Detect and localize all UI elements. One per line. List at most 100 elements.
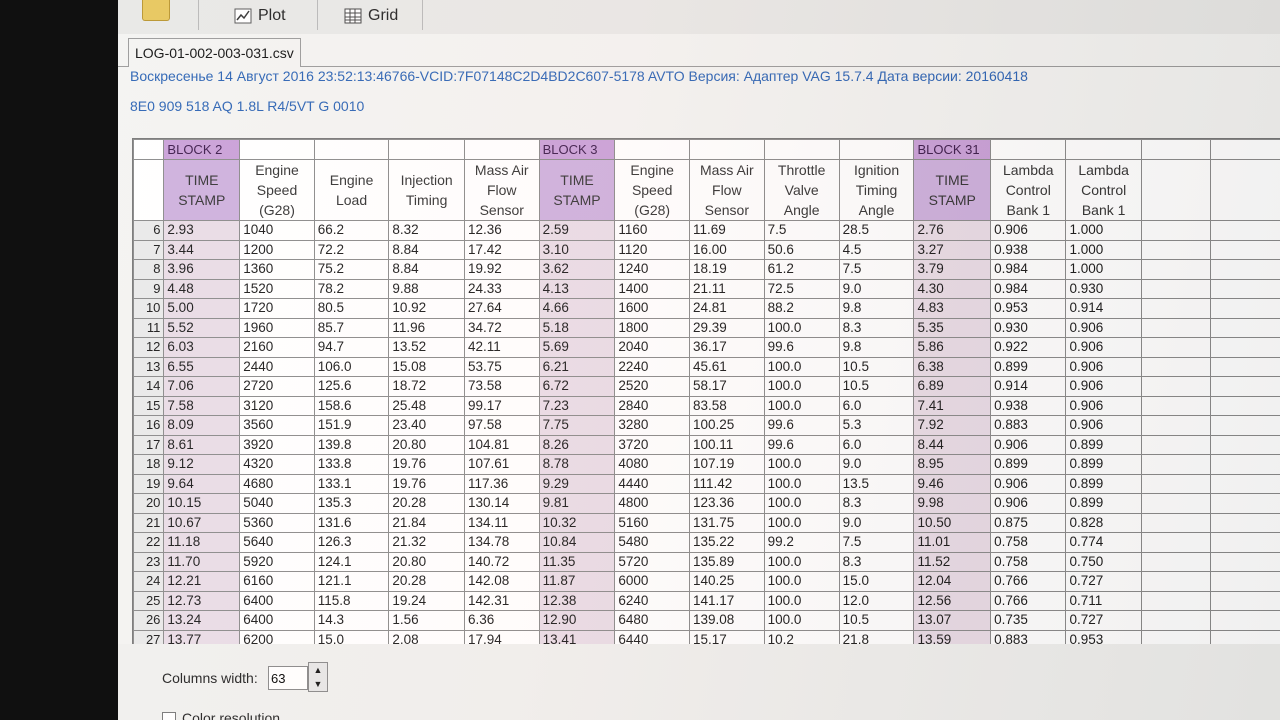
table-cell[interactable]: 58.17 [688,376,765,397]
table-cell[interactable]: 13.59 [913,629,992,645]
table-cell[interactable]: 5640 [239,532,315,553]
table-cell[interactable]: 135.3 [313,493,390,514]
table-cell[interactable]: 4.30 [913,278,992,299]
table-cell[interactable]: 88.2 [763,298,840,319]
table-cell[interactable]: 9.81 [538,493,616,514]
table-cell[interactable]: 3.10 [538,239,616,260]
empty-cell[interactable] [1210,493,1280,514]
table-cell[interactable]: 0.883 [990,629,1067,645]
table-cell[interactable]: 4440 [614,473,690,494]
table-cell[interactable]: 20.28 [388,493,465,514]
table-cell[interactable]: 20.80 [388,551,465,572]
row-number[interactable]: 20 [133,493,165,514]
table-cell[interactable]: 6400 [239,610,315,631]
table-cell[interactable]: 111.42 [688,473,765,494]
table-row[interactable]: 16 8.09 3560 151.9 23.40 97.58 7.75 3280 100.25 9… [133,415,1280,436]
table-cell[interactable]: 100.0 [763,571,840,592]
table-cell[interactable]: 100.0 [763,454,840,475]
table-cell[interactable]: 100.25 [688,415,765,436]
empty-cell[interactable] [1210,298,1280,319]
table-cell[interactable]: 100.0 [763,610,840,631]
table-cell[interactable]: 4.66 [538,298,616,319]
row-number[interactable]: 17 [133,434,165,455]
table-cell[interactable]: 100.0 [763,317,840,338]
table-cell[interactable]: 1800 [614,317,690,338]
table-cell[interactable]: 6200 [239,629,315,645]
table-cell[interactable]: 100.0 [763,551,840,572]
table-cell[interactable]: 0.758 [990,551,1067,572]
table-cell[interactable]: 0.953 [990,298,1067,319]
table-cell[interactable]: 158.6 [313,395,390,416]
table-cell[interactable]: 1160 [614,220,690,241]
table-cell[interactable]: 0.984 [990,259,1067,280]
table-cell[interactable]: 6000 [614,571,690,592]
table-cell[interactable]: 7.23 [538,395,616,416]
table-cell[interactable]: 3.27 [913,239,992,260]
table-cell[interactable]: 0.914 [990,376,1067,397]
empty-cell[interactable] [1210,532,1280,553]
table-cell[interactable]: 50.6 [763,239,840,260]
table-cell[interactable]: 12.90 [538,610,616,631]
row-number[interactable]: 9 [133,278,165,299]
table-cell[interactable]: 9.8 [838,337,915,358]
table-cell[interactable]: 8.61 [163,434,241,455]
table-cell[interactable]: 7.41 [913,395,992,416]
column-header[interactable] [1210,159,1280,221]
empty-cell[interactable] [1210,356,1280,377]
table-row[interactable]: 10 5.00 1720 80.5 10.92 27.64 4.66 1600 24.81 88.… [133,298,1280,319]
color-resolution-checkbox[interactable] [162,712,176,720]
table-cell[interactable]: 99.2 [763,532,840,553]
table-cell[interactable]: 2840 [614,395,690,416]
row-number[interactable]: 6 [133,220,165,241]
table-cell[interactable]: 6.38 [913,356,992,377]
table-cell[interactable]: 1400 [614,278,690,299]
table-cell[interactable]: 0.727 [1065,571,1142,592]
empty-cell[interactable] [1140,551,1212,572]
table-cell[interactable]: 11.70 [163,551,241,572]
table-cell[interactable]: 6160 [239,571,315,592]
table-cell[interactable]: 11.01 [913,532,992,553]
table-cell[interactable]: 0.727 [1065,610,1142,631]
table-cell[interactable]: 4680 [239,473,315,494]
table-cell[interactable]: 0.922 [990,337,1067,358]
table-cell[interactable]: 2.59 [538,220,616,241]
row-number[interactable]: 27 [133,629,165,645]
table-cell[interactable]: 1720 [239,298,315,319]
table-cell[interactable]: 99.6 [763,415,840,436]
table-cell[interactable]: 10.92 [388,298,465,319]
empty-cell[interactable] [1210,239,1280,260]
row-number[interactable]: 10 [133,298,165,319]
table-row[interactable]: 13 6.55 2440 106.0 15.08 53.75 6.21 2240 45.61 10… [133,356,1280,377]
table-cell[interactable]: 2160 [239,337,315,358]
table-row[interactable]: 22 11.18 5640 126.3 21.32 134.78 10.84 5480 135.… [133,532,1280,553]
row-number[interactable]: 18 [133,454,165,475]
table-cell[interactable]: 1.000 [1065,239,1142,260]
table-cell[interactable]: 9.64 [163,473,241,494]
table-cell[interactable]: 8.26 [538,434,616,455]
table-cell[interactable]: 0.899 [990,356,1067,377]
empty-cell[interactable] [1210,551,1280,572]
table-cell[interactable]: 104.81 [463,434,540,455]
table-cell[interactable]: 15.0 [313,629,390,645]
table-cell[interactable]: 10.84 [538,532,616,553]
column-header[interactable]: TIME STAMP [538,159,616,221]
table-cell[interactable]: 0.984 [990,278,1067,299]
table-cell[interactable]: 100.0 [763,590,840,611]
table-cell[interactable]: 0.914 [1065,298,1142,319]
row-number[interactable]: 13 [133,356,165,377]
table-cell[interactable]: 12.38 [538,590,616,611]
table-cell[interactable]: 0.899 [1065,493,1142,514]
table-cell[interactable]: 0.899 [990,454,1067,475]
table-cell[interactable]: 6400 [239,590,315,611]
column-header[interactable]: Lambda Control Bank 1 [1065,159,1142,221]
table-cell[interactable]: 2.76 [913,220,992,241]
table-cell[interactable]: 7.5 [763,220,840,241]
empty-cell[interactable] [1210,590,1280,611]
table-cell[interactable]: 19.92 [463,259,540,280]
column-header[interactable]: TIME STAMP [163,159,241,221]
table-cell[interactable]: 15.0 [838,571,915,592]
empty-cell[interactable] [1140,454,1212,475]
empty-cell[interactable] [1140,512,1212,533]
table-cell[interactable]: 100.0 [763,376,840,397]
table-cell[interactable]: 0.906 [1065,317,1142,338]
